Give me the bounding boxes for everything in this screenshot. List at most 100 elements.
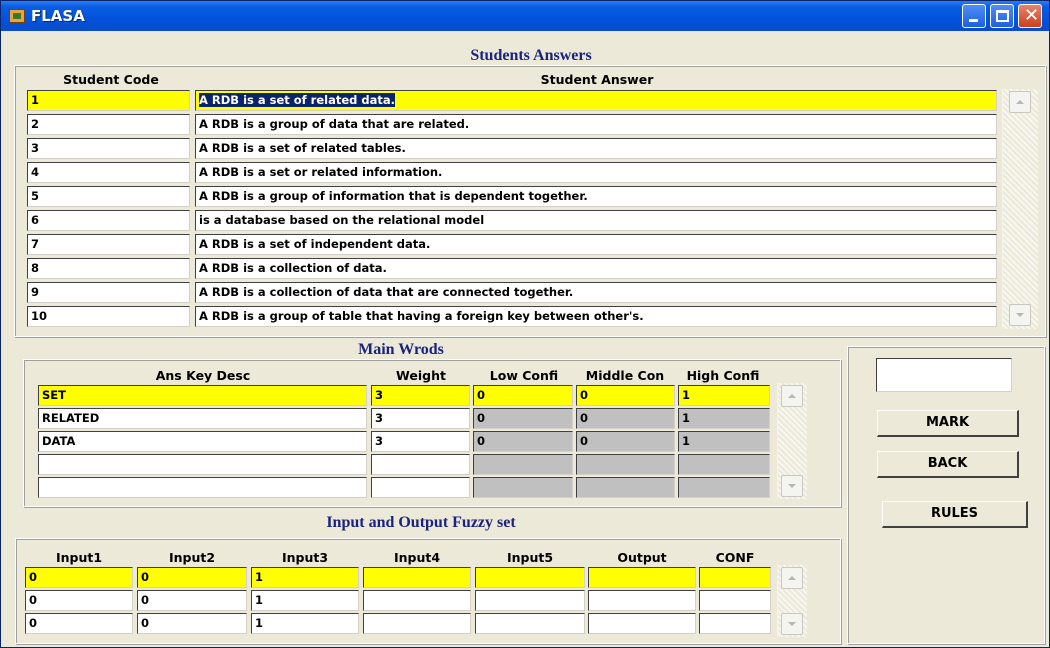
back-button[interactable]: BACK (877, 451, 1019, 478)
student-answer-cell[interactable]: A RDB is a group of information that is … (195, 186, 997, 207)
fuzzy-col-header: Input5 (506, 550, 554, 565)
scroll-up-button[interactable] (1009, 91, 1031, 113)
low-confi-cell[interactable] (473, 454, 573, 475)
high-confi-cell[interactable] (678, 454, 770, 475)
fuzzy-scrollbar[interactable] (777, 565, 807, 637)
student-code-cell[interactable]: 1 (27, 90, 190, 111)
student-answer-cell[interactable]: A RDB is a group of data that are relate… (195, 114, 997, 135)
student-code-cell[interactable]: 5 (27, 186, 190, 207)
student-answer-cell[interactable]: A RDB is a group of table that having a … (195, 306, 997, 327)
fuzzy-cell[interactable] (588, 613, 696, 634)
fuzzy-cell[interactable] (363, 567, 471, 588)
close-button[interactable]: ✕ (1018, 4, 1042, 28)
low-confi-header: Low Confi (489, 368, 559, 383)
flasa-window: FLASA ✕ Students Answers Student Code St… (0, 0, 1050, 648)
student-code-cell[interactable]: 4 (27, 162, 190, 183)
fuzzy-cell[interactable]: 0 (25, 613, 133, 634)
fuzzy-cell[interactable] (588, 567, 696, 588)
student-answer-cell[interactable]: is a database based on the relational mo… (195, 210, 997, 231)
fuzzy-cell[interactable] (588, 590, 696, 611)
rules-button[interactable]: RULES (882, 501, 1028, 528)
ans-key-desc-cell[interactable] (38, 477, 367, 498)
fuzzy-cell[interactable] (363, 590, 471, 611)
low-confi-cell[interactable]: 0 (473, 431, 573, 452)
fuzzy-cell[interactable]: 0 (137, 567, 247, 588)
student-code-cell[interactable]: 9 (27, 282, 190, 303)
fuzzy-cell[interactable] (475, 567, 585, 588)
fuzzy-cell[interactable] (699, 613, 771, 634)
fuzzy-col-header: Input2 (168, 550, 216, 565)
fuzzy-col-header: Output (617, 550, 667, 565)
high-confi-cell[interactable]: 1 (678, 385, 770, 406)
middle-con-header: Middle Con (585, 368, 665, 383)
high-confi-cell[interactable]: 1 (678, 431, 770, 452)
low-confi-cell[interactable]: 0 (473, 408, 573, 429)
fuzzy-cell[interactable]: 0 (25, 567, 133, 588)
middle-con-cell[interactable] (576, 477, 675, 498)
scroll-up-button[interactable] (781, 567, 803, 589)
middle-con-cell[interactable]: 0 (576, 431, 675, 452)
fuzzy-col-header: Input3 (281, 550, 329, 565)
fuzzy-cell[interactable]: 0 (137, 590, 247, 611)
title-bar[interactable]: FLASA ✕ (1, 1, 1049, 31)
mark-button[interactable]: MARK (877, 410, 1019, 437)
weight-cell[interactable] (371, 454, 470, 475)
fuzzy-col-header: CONF (715, 550, 755, 565)
fuzzy-cell[interactable] (475, 590, 585, 611)
scroll-down-button[interactable] (1009, 304, 1031, 326)
student-code-cell[interactable]: 7 (27, 234, 190, 255)
minimize-icon (969, 19, 978, 22)
student-code-cell[interactable]: 6 (27, 210, 190, 231)
middle-con-cell[interactable]: 0 (576, 408, 675, 429)
ans-key-desc-cell[interactable]: DATA (38, 431, 367, 452)
scroll-down-button[interactable] (781, 475, 803, 497)
scroll-down-button[interactable] (781, 613, 803, 635)
weight-cell[interactable]: 3 (371, 408, 470, 429)
middle-con-cell[interactable] (576, 454, 675, 475)
student-answer-cell[interactable]: A RDB is a set of independent data. (195, 234, 997, 255)
fuzzy-cell[interactable] (699, 590, 771, 611)
minimize-button[interactable] (962, 4, 986, 28)
student-answer-cell[interactable]: A RDB is a set of related data. (195, 90, 997, 111)
student-answer-cell[interactable]: A RDB is a collection of data that are c… (195, 282, 997, 303)
ans-key-desc-cell[interactable]: SET (38, 385, 367, 406)
middle-con-cell[interactable]: 0 (576, 385, 675, 406)
fuzzy-cell[interactable]: 1 (251, 613, 359, 634)
fuzzy-cell[interactable]: 0 (25, 590, 133, 611)
students-scrollbar[interactable] (1002, 89, 1038, 329)
student-code-cell[interactable]: 2 (27, 114, 190, 135)
fuzzy-set-title: Input and Output Fuzzy set (326, 514, 516, 531)
fuzzy-cell[interactable]: 1 (251, 590, 359, 611)
high-confi-header: High Confi (686, 368, 760, 383)
low-confi-cell[interactable] (473, 477, 573, 498)
fuzzy-cell[interactable] (363, 613, 471, 634)
maximize-icon (996, 10, 1009, 22)
main-words-scrollbar[interactable] (777, 383, 807, 499)
weight-cell[interactable]: 3 (371, 431, 470, 452)
student-answer-cell[interactable]: A RDB is a collection of data. (195, 258, 997, 279)
student-answer-cell[interactable]: A RDB is a set of related tables. (195, 138, 997, 159)
fuzzy-cell[interactable]: 0 (137, 613, 247, 634)
low-confi-cell[interactable]: 0 (473, 385, 573, 406)
fuzzy-cell[interactable] (699, 567, 771, 588)
weight-cell[interactable]: 3 (371, 385, 470, 406)
fuzzy-cell[interactable] (475, 613, 585, 634)
fuzzy-col-header: Input1 (55, 550, 103, 565)
scroll-up-button[interactable] (781, 385, 803, 407)
window-title: FLASA (31, 7, 85, 25)
weight-cell[interactable] (371, 477, 470, 498)
student-code-cell[interactable]: 10 (27, 306, 190, 327)
high-confi-cell[interactable] (678, 477, 770, 498)
result-field[interactable] (876, 358, 1012, 392)
ans-key-desc-cell[interactable]: RELATED (38, 408, 367, 429)
student-code-header: Student Code (63, 72, 159, 87)
maximize-button[interactable] (990, 4, 1014, 28)
fuzzy-cell[interactable]: 1 (251, 567, 359, 588)
ans-key-desc-header: Ans Key Desc (155, 368, 251, 383)
ans-key-desc-cell[interactable] (38, 454, 367, 475)
student-code-cell[interactable]: 3 (27, 138, 190, 159)
student-answer-header: Student Answer (540, 72, 654, 87)
high-confi-cell[interactable]: 1 (678, 408, 770, 429)
student-code-cell[interactable]: 8 (27, 258, 190, 279)
student-answer-cell[interactable]: A RDB is a set or related information. (195, 162, 997, 183)
